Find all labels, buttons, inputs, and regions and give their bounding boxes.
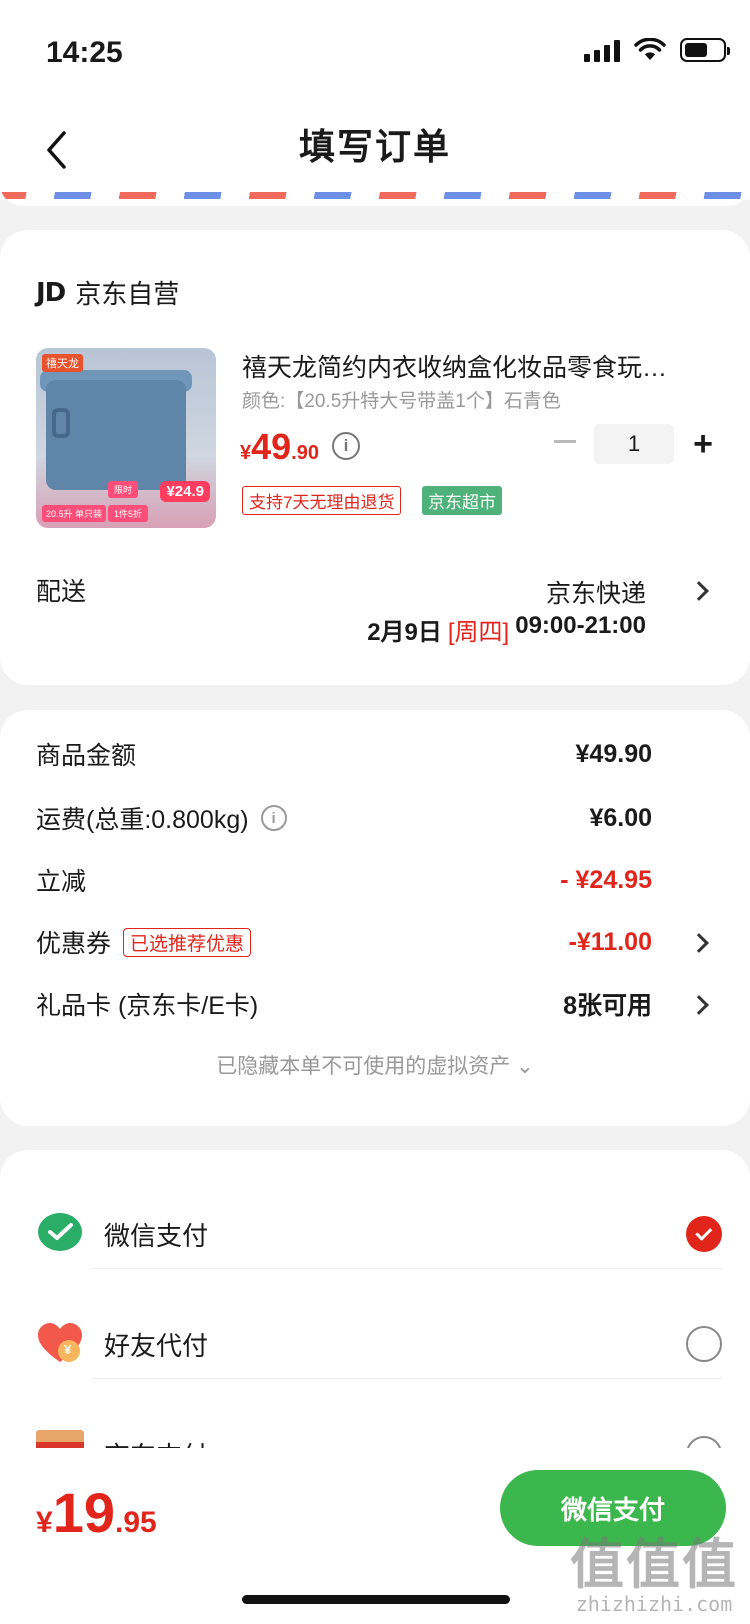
total-decimal: .95 bbox=[114, 1506, 157, 1539]
wechat-pay-icon bbox=[36, 1210, 84, 1258]
jd-logo: JD bbox=[36, 277, 66, 308]
price-decimal: .90 bbox=[291, 442, 319, 464]
shipping-info-icon[interactable]: i bbox=[260, 805, 287, 831]
hidden-assets-toggle[interactable]: 已隐藏本单不可使用的虚拟资产 ⌄ bbox=[0, 1050, 750, 1080]
delivery-time-range: 09:00-21:00 bbox=[515, 612, 646, 639]
home-indicator bbox=[242, 1595, 510, 1604]
payment-option-wechat[interactable]: 微信支付 bbox=[36, 1204, 722, 1264]
shipping-value: ¥6.00 bbox=[589, 803, 652, 832]
shop-header: JD 京东自营 bbox=[36, 274, 179, 311]
quantity-increase-button[interactable]: + bbox=[688, 424, 718, 464]
chevron-right-icon[interactable] bbox=[689, 995, 709, 1015]
delivery-weekday: [周四] bbox=[447, 619, 510, 646]
friend-pay-icon: ¥ bbox=[36, 1320, 84, 1368]
chevron-right-icon[interactable] bbox=[689, 581, 709, 601]
amount-card: 商品金额 ¥49.90 运费(总重:0.800kg) i ¥6.00 立减 - … bbox=[0, 710, 750, 1126]
friend-pay-icon-text: ¥ bbox=[64, 1342, 72, 1357]
shipping-row: 运费(总重:0.800kg) i ¥6.00 bbox=[36, 798, 652, 838]
payment-option-label: 微信支付 bbox=[104, 1220, 209, 1251]
payment-option-label: 好友代付 bbox=[104, 1330, 209, 1361]
product-image-tag: 20.5升 单只装 bbox=[42, 505, 107, 522]
wifi-icon bbox=[634, 38, 666, 60]
price-currency: ¥ bbox=[240, 442, 252, 464]
coupon-recommended-badge: 已选推荐优惠 bbox=[123, 927, 252, 957]
gift-card-value: 8张可用 bbox=[563, 992, 652, 1020]
delivery-time[interactable]: 2月9日 [周四] 09:00-21:00 bbox=[367, 612, 646, 647]
coupon-label: 优惠券 bbox=[36, 930, 112, 958]
divider bbox=[92, 1378, 722, 1379]
total-currency: ¥ bbox=[36, 1506, 53, 1539]
quantity-decrease-button[interactable] bbox=[554, 440, 576, 443]
delivery-date: 2月9日 bbox=[367, 619, 442, 646]
gift-card-row[interactable]: 礼品卡 (京东卡/E卡) 8张可用 bbox=[36, 984, 652, 1024]
bottom-bar: ¥ 19 .95 微信支付 值值值 zhizhizhi.com bbox=[0, 1448, 750, 1624]
return-policy-badge: 支持7天无理由退货 bbox=[242, 486, 402, 515]
watermark-url: zhizhizhi.com bbox=[575, 1592, 733, 1616]
shop-card: JD 京东自营 禧天龙 限时 1件5折 20.5升 单只装 ¥24.9 禧天龙简… bbox=[0, 230, 750, 685]
price-integer: 49 bbox=[251, 426, 292, 467]
page-title: 填写订单 bbox=[298, 126, 451, 167]
shop-name: 京东自营 bbox=[75, 279, 180, 309]
product-image-brand: 禧天龙 bbox=[42, 354, 83, 372]
discount-value: - ¥24.95 bbox=[560, 865, 652, 894]
product-image-price: ¥24.9 bbox=[160, 481, 210, 502]
status-bar: 14:25 bbox=[0, 0, 750, 100]
order-total: ¥ 19 .95 bbox=[36, 1480, 157, 1545]
shipping-label: 运费(总重:0.800kg) bbox=[36, 806, 249, 834]
payment-option-friend[interactable]: ¥ 好友代付 bbox=[36, 1314, 722, 1374]
product-title[interactable]: 禧天龙简约内衣收纳盒化妆品零食玩… bbox=[242, 348, 702, 384]
chevron-right-icon[interactable] bbox=[689, 933, 709, 953]
watermark-logo: 值值值 bbox=[570, 1535, 738, 1595]
goods-amount-row: 商品金额 ¥49.90 bbox=[36, 734, 652, 774]
payment-radio-selected[interactable] bbox=[686, 1216, 722, 1252]
discount-row: 立减 - ¥24.95 bbox=[36, 860, 652, 900]
gift-card-label: 礼品卡 (京东卡/E卡) bbox=[36, 992, 259, 1020]
product-spec: 颜色:【20.5升特大号带盖1个】石青色 bbox=[242, 391, 561, 412]
product-price: ¥ 49 .90 bbox=[240, 426, 319, 468]
total-integer: 19 bbox=[52, 1481, 115, 1544]
discount-label: 立减 bbox=[36, 868, 87, 896]
jd-supermarket-badge: 京东超市 bbox=[422, 486, 502, 515]
divider bbox=[92, 1268, 722, 1269]
goods-amount-value: ¥49.90 bbox=[575, 739, 652, 768]
coupon-row[interactable]: 优惠券 已选推荐优惠 -¥11.00 bbox=[36, 922, 652, 962]
payment-radio[interactable] bbox=[686, 1326, 722, 1362]
delivery-method[interactable]: 京东快递 bbox=[546, 574, 646, 610]
battery-icon bbox=[680, 38, 730, 62]
address-stripe bbox=[0, 178, 750, 206]
cellular-signal-icon bbox=[584, 38, 620, 62]
quantity-input[interactable]: 1 bbox=[594, 424, 674, 464]
product-image[interactable]: 禧天龙 限时 1件5折 20.5升 单只装 ¥24.9 bbox=[36, 348, 216, 528]
product-image-tag: 限时 bbox=[108, 481, 139, 498]
status-time: 14:25 bbox=[46, 36, 123, 69]
product-image-tag: 1件5折 bbox=[108, 505, 149, 522]
coupon-value: -¥11.00 bbox=[568, 927, 652, 956]
goods-amount-label: 商品金额 bbox=[36, 742, 137, 770]
delivery-label: 配送 bbox=[36, 578, 87, 606]
price-info-icon[interactable]: i bbox=[332, 432, 360, 460]
status-icons bbox=[584, 38, 730, 62]
watermark: 值值值 zhizhizhi.com bbox=[570, 1538, 738, 1616]
